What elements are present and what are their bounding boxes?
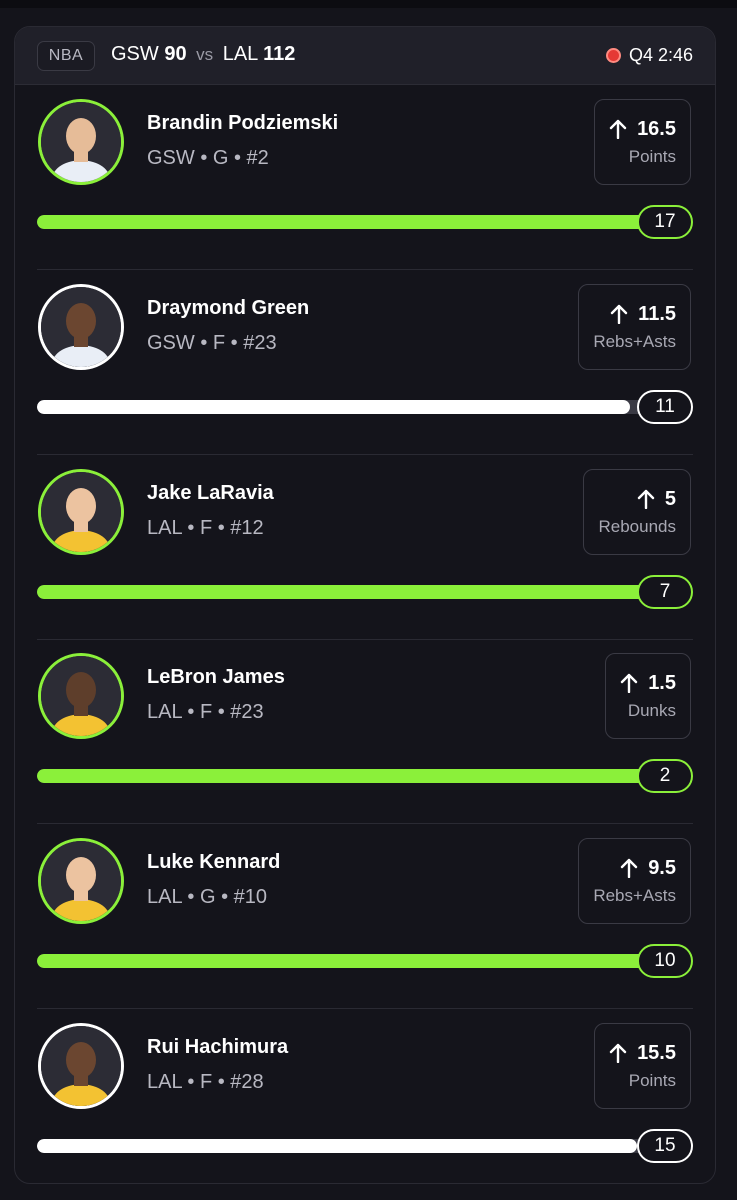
home-team: LAL: [222, 43, 258, 65]
progress-track: [37, 400, 657, 414]
player-avatar: [38, 653, 124, 739]
player-avatar: [38, 469, 124, 555]
progress-fill: [37, 1139, 638, 1153]
player-name: Luke Kennard: [147, 851, 281, 873]
line-value: 5: [664, 487, 676, 510]
arrow-up-icon: [610, 304, 628, 325]
player-name: Brandin Podziemski: [147, 112, 339, 134]
arrow-up-icon: [609, 119, 627, 140]
progress-fill: [37, 954, 657, 968]
actual-stat-badge: 11: [637, 390, 693, 424]
player-name: Draymond Green: [147, 297, 310, 319]
player-row[interactable]: Luke Kennard LAL • G • #10 9.5 Rebs+Asts 10: [15, 824, 715, 1009]
line-value: 1.5: [648, 671, 676, 694]
progress-track: [37, 1139, 657, 1153]
player-info: LAL • F • #23: [147, 701, 264, 723]
vs-label: vs: [196, 45, 214, 64]
arrow-up-icon: [620, 673, 638, 694]
player-info: LAL • G • #10: [147, 886, 267, 908]
top-strip: [0, 0, 737, 8]
actual-stat-badge: 7: [637, 575, 693, 609]
game-clock: Q4 2:46: [628, 45, 693, 65]
player-info: LAL • F • #12: [147, 517, 264, 539]
prop-line-box[interactable]: 5 Rebounds: [583, 469, 691, 555]
arrow-up-icon: [637, 489, 655, 510]
away-team: GSW: [111, 43, 159, 65]
prop-line-box[interactable]: 11.5 Rebs+Asts: [578, 284, 691, 370]
line-value: 9.5: [648, 856, 676, 879]
game-header: NBA GSW 90 vs LAL 112 Q4 2:46: [15, 27, 715, 85]
player-name: LeBron James: [147, 666, 285, 688]
line-value: 15.5: [637, 1041, 676, 1064]
progress-fill: [37, 215, 657, 229]
player-info: GSW • F • #23: [147, 332, 277, 354]
player-name: Jake LaRavia: [147, 482, 274, 504]
actual-stat-badge: 2: [637, 759, 693, 793]
arrow-up-icon: [609, 1043, 627, 1064]
game-status: Q4 2:46: [605, 45, 693, 66]
game-card: NBA GSW 90 vs LAL 112 Q4 2:46 Brandin Po…: [14, 26, 716, 1184]
progress-track: [37, 769, 657, 783]
league-badge: NBA: [37, 41, 95, 71]
prop-line-box[interactable]: 15.5 Points: [594, 1023, 691, 1109]
progress-track: [37, 585, 657, 599]
line-value: 16.5: [637, 117, 676, 140]
progress-fill: [37, 585, 657, 599]
player-info: LAL • F • #28: [147, 1071, 264, 1093]
stat-type: Rebs+Asts: [593, 885, 676, 905]
progress-fill: [37, 769, 657, 783]
away-score: 90: [164, 43, 187, 65]
prop-line-box[interactable]: 16.5 Points: [594, 99, 691, 185]
stat-type: Rebs+Asts: [593, 331, 676, 351]
progress-fill: [37, 400, 631, 414]
player-row[interactable]: Jake LaRavia LAL • F • #12 5 Rebounds 7: [15, 455, 715, 640]
stat-type: Points: [628, 1070, 676, 1090]
prop-line-box[interactable]: 9.5 Rebs+Asts: [578, 838, 691, 924]
player-info: GSW • G • #2: [147, 147, 269, 169]
player-row[interactable]: Rui Hachimura LAL • F • #28 15.5 Points 15: [15, 1009, 715, 1183]
player-name: Rui Hachimura: [147, 1036, 289, 1058]
arrow-up-icon: [620, 858, 638, 879]
player-row[interactable]: Brandin Podziemski GSW • G • #2 16.5 Points…: [15, 85, 715, 270]
player-avatar: [38, 284, 124, 370]
player-avatar: [38, 1023, 124, 1109]
actual-stat-badge: 17: [637, 205, 693, 239]
stat-type: Points: [628, 146, 676, 166]
actual-stat-badge: 10: [637, 944, 693, 978]
player-row[interactable]: Draymond Green GSW • F • #23 11.5 Rebs+Asts…: [15, 270, 715, 455]
player-avatar: [38, 99, 124, 185]
stat-type: Rebounds: [598, 516, 676, 536]
progress-track: [37, 215, 657, 229]
matchup: GSW 90 vs LAL 112: [111, 43, 295, 66]
prop-line-box[interactable]: 1.5 Dunks: [605, 653, 691, 739]
stat-type: Dunks: [627, 700, 676, 720]
player-row[interactable]: LeBron James LAL • F • #23 1.5 Dunks 2: [15, 639, 715, 824]
home-score: 112: [263, 43, 296, 65]
player-avatar: [38, 838, 124, 924]
live-dot-icon: [605, 48, 621, 63]
actual-stat-badge: 15: [637, 1129, 693, 1163]
line-value: 11.5: [638, 302, 676, 325]
progress-track: [37, 954, 657, 968]
